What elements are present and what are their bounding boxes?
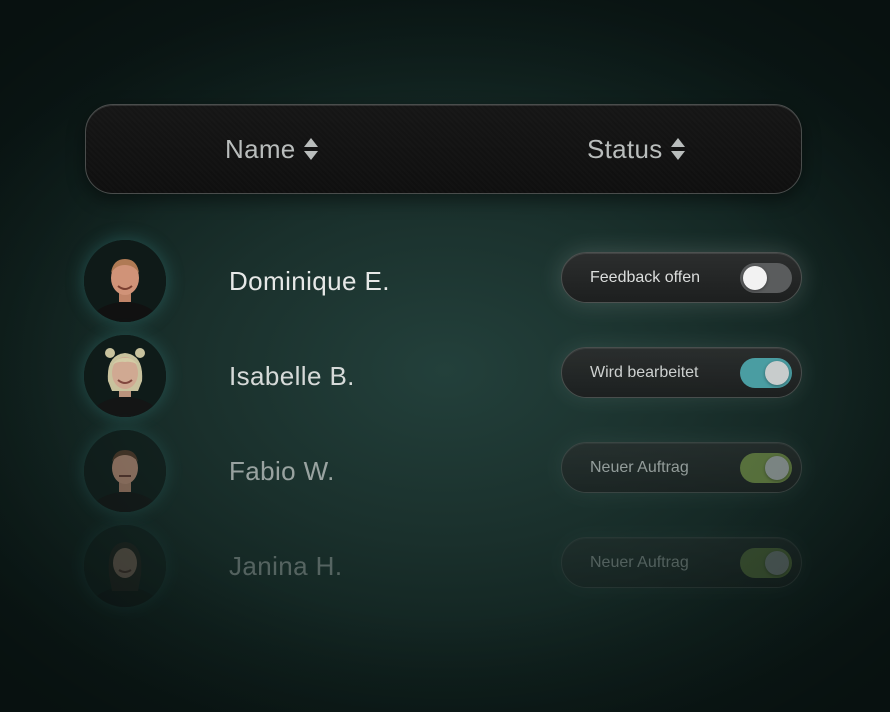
status-pill[interactable]: Feedback offen bbox=[561, 252, 802, 303]
avatar bbox=[84, 240, 166, 322]
status-toggle[interactable] bbox=[740, 263, 792, 293]
name-column-header[interactable]: Name bbox=[225, 105, 318, 193]
sort-updown-icon[interactable] bbox=[303, 137, 318, 161]
person-name: Janina H. bbox=[229, 550, 343, 581]
status-toggle[interactable] bbox=[740, 358, 792, 388]
status-pill[interactable]: Neuer Auftrag bbox=[561, 442, 802, 493]
toggle-knob bbox=[765, 361, 789, 385]
table-row[interactable]: Janina H. Neuer Auftrag bbox=[0, 525, 890, 609]
table-row[interactable]: Fabio W. Neuer Auftrag bbox=[0, 430, 890, 514]
status-column-label: Status bbox=[587, 133, 663, 164]
status-label: Wird bearbeitet bbox=[590, 363, 699, 381]
table-row[interactable]: Isabelle B. Wird bearbeitet bbox=[0, 335, 890, 419]
status-pill[interactable]: Wird bearbeitet bbox=[561, 347, 802, 398]
avatar bbox=[84, 335, 166, 417]
status-label: Feedback offen bbox=[590, 268, 701, 286]
sort-updown-icon[interactable] bbox=[670, 137, 685, 161]
toggle-knob bbox=[765, 456, 789, 480]
avatar bbox=[84, 525, 166, 607]
toggle-knob bbox=[765, 551, 789, 575]
status-pill[interactable]: Neuer Auftrag bbox=[561, 537, 802, 588]
person-name: Fabio W. bbox=[229, 455, 335, 486]
status-label: Neuer Auftrag bbox=[590, 553, 689, 571]
status-label: Neuer Auftrag bbox=[590, 458, 689, 476]
person-name: Dominique E. bbox=[229, 265, 390, 296]
status-column-header[interactable]: Status bbox=[587, 105, 685, 193]
table-row[interactable]: Dominique E. Feedback offen bbox=[0, 240, 890, 324]
table-header: Name Status bbox=[85, 104, 802, 194]
person-name: Isabelle B. bbox=[229, 360, 355, 391]
avatar bbox=[84, 430, 166, 512]
status-toggle[interactable] bbox=[740, 453, 792, 483]
name-column-label: Name bbox=[225, 133, 296, 164]
toggle-knob bbox=[743, 266, 767, 290]
status-toggle[interactable] bbox=[740, 548, 792, 578]
